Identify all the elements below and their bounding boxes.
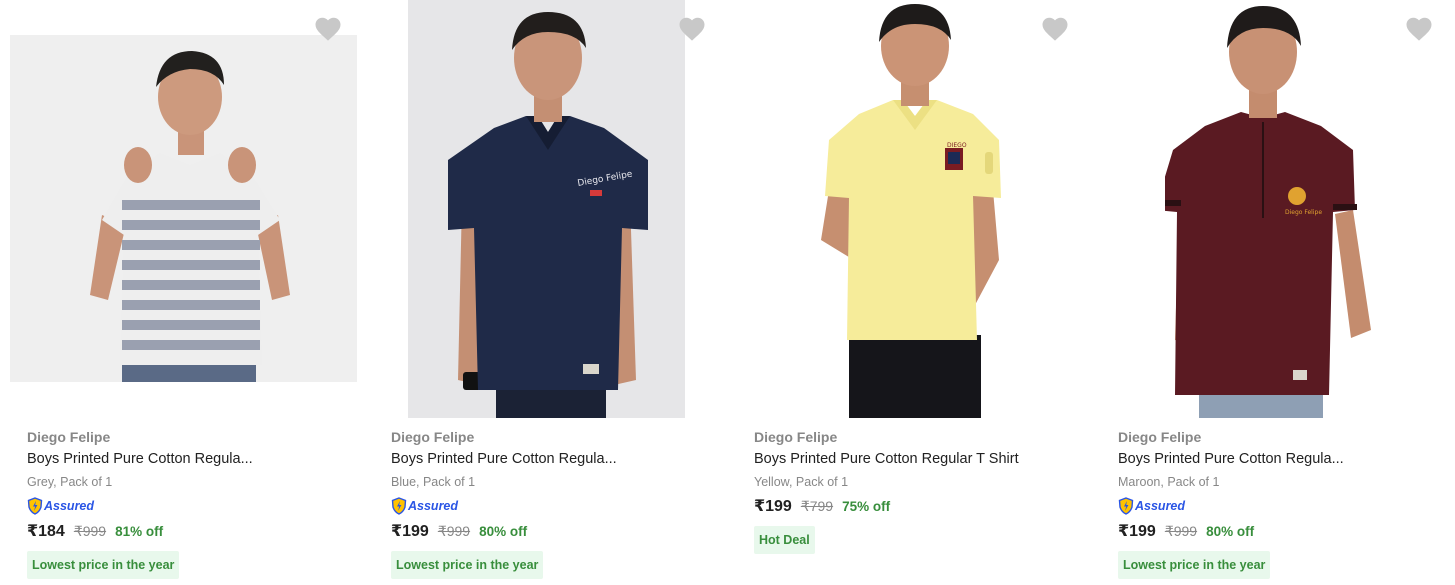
selling-price: ₹199 — [1118, 523, 1156, 540]
svg-text:DIEGO: DIEGO — [947, 142, 967, 149]
product-card[interactable]: Diego Felipe Boys Printed Pure Cotton Re… — [0, 0, 363, 585]
product-info: Diego Felipe Boys Printed Pure Cotton Re… — [1118, 428, 1438, 579]
selling-price: ₹184 — [27, 523, 65, 540]
selling-price: ₹199 — [391, 523, 429, 540]
assured-label: Assured — [408, 498, 459, 513]
product-card[interactable]: DIEGO Diego Felipe Boys Printed Pure Cot… — [727, 0, 1090, 585]
product-brand: Diego Felipe — [1118, 429, 1202, 445]
product-brand: Diego Felipe — [754, 429, 838, 445]
product-title[interactable]: Boys Printed Pure Cotton Regular T Shirt — [754, 449, 1074, 469]
deal-badge: Hot Deal — [754, 526, 815, 554]
product-brand: Diego Felipe — [27, 429, 111, 445]
product-variant: Grey, Pack of 1 — [27, 475, 113, 489]
deal-badge: Lowest price in the year — [1118, 551, 1271, 579]
price-row: ₹199 ₹999 80% off — [391, 520, 711, 542]
product-info: Diego Felipe Boys Printed Pure Cotton Re… — [754, 428, 1074, 554]
assured-shield-icon — [1118, 496, 1134, 515]
svg-text:Diego Felipe: Diego Felipe — [1285, 209, 1322, 216]
price-row: ₹199 ₹799 75% off — [754, 495, 1074, 517]
original-price: ₹799 — [800, 497, 834, 514]
assured-shield-icon — [27, 496, 43, 515]
discount-percent: 81% off — [115, 523, 164, 539]
price-row: ₹184 ₹999 81% off — [27, 520, 347, 542]
assured-shield-icon — [391, 496, 407, 515]
wishlist-heart-icon[interactable] — [1040, 14, 1070, 44]
assured-label: Assured — [1135, 498, 1186, 513]
product-card[interactable]: Diego Felipe Diego Felipe Boys Printed P… — [1091, 0, 1454, 585]
product-image[interactable] — [0, 0, 363, 418]
deal-badge: Lowest price in the year — [391, 551, 544, 579]
product-info: Diego Felipe Boys Printed Pure Cotton Re… — [27, 428, 347, 579]
original-price: ₹999 — [437, 522, 471, 539]
product-title[interactable]: Boys Printed Pure Cotton Regula... — [391, 449, 711, 469]
assured-badge: Assured — [1118, 496, 1438, 515]
product-image[interactable]: Diego Felipe — [364, 0, 727, 418]
original-price: ₹999 — [1164, 522, 1198, 539]
product-variant: Yellow, Pack of 1 — [754, 475, 849, 489]
product-image[interactable]: Diego Felipe — [1091, 0, 1454, 418]
product-info: Diego Felipe Boys Printed Pure Cotton Re… — [391, 428, 711, 579]
assured-badge: Assured — [27, 496, 347, 515]
original-price: ₹999 — [73, 522, 107, 539]
assured-badge: Assured — [391, 496, 711, 515]
price-row: ₹199 ₹999 80% off — [1118, 520, 1438, 542]
selling-price: ₹199 — [754, 498, 792, 515]
discount-percent: 80% off — [479, 523, 528, 539]
wishlist-heart-icon[interactable] — [1404, 14, 1434, 44]
product-photo-yellow-polo-tshirt: DIEGO — [807, 0, 1017, 418]
assured-label: Assured — [44, 498, 95, 513]
product-title[interactable]: Boys Printed Pure Cotton Regula... — [1118, 449, 1438, 469]
product-card[interactable]: Diego Felipe Diego Felipe Boys Printed P… — [364, 0, 727, 585]
product-variant: Maroon, Pack of 1 — [1118, 475, 1220, 489]
product-grid: Diego Felipe Boys Printed Pure Cotton Re… — [0, 0, 1455, 585]
discount-percent: 80% off — [1206, 523, 1255, 539]
product-photo-grey-striped-tshirt — [10, 35, 357, 382]
product-photo-navy-polo-tshirt: Diego Felipe — [408, 0, 685, 418]
wishlist-heart-icon[interactable] — [677, 14, 707, 44]
discount-percent: 75% off — [842, 498, 891, 514]
deal-badge: Lowest price in the year — [27, 551, 180, 579]
wishlist-heart-icon[interactable] — [313, 14, 343, 44]
product-brand: Diego Felipe — [391, 429, 475, 445]
product-title[interactable]: Boys Printed Pure Cotton Regula... — [27, 449, 347, 469]
product-image[interactable]: DIEGO — [727, 0, 1090, 418]
product-variant: Blue, Pack of 1 — [391, 475, 476, 489]
product-photo-maroon-tshirt: Diego Felipe — [1165, 0, 1385, 418]
